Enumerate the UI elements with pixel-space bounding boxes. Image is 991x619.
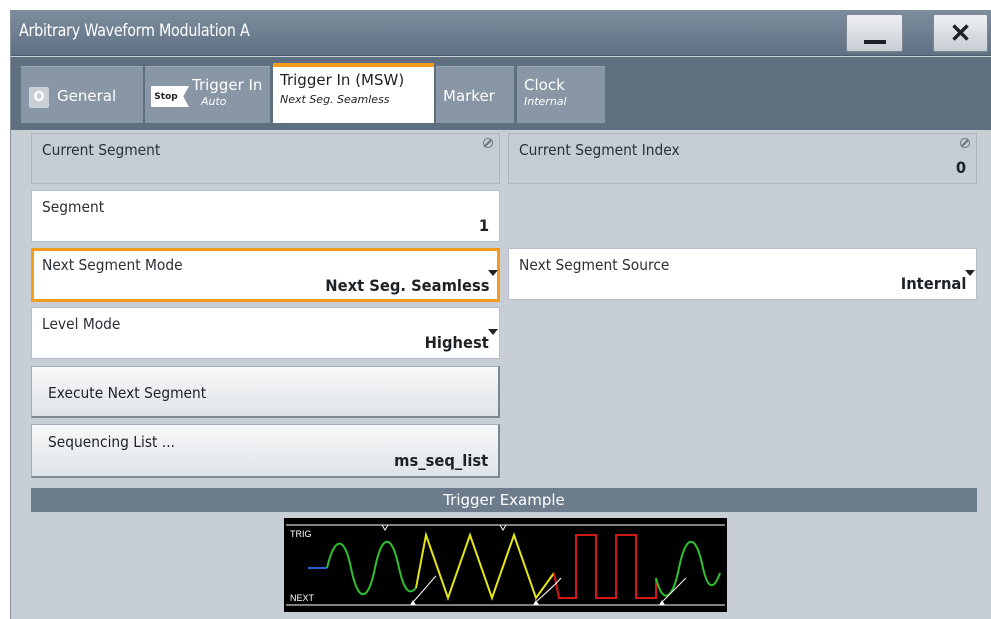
- trigger-marker-icon: [499, 524, 507, 531]
- tab-general[interactable]: O General: [21, 66, 143, 123]
- next-marker-icon: [659, 600, 665, 605]
- field-value: Highest: [424, 333, 489, 352]
- square-wave-segment: [553, 534, 657, 599]
- stop-state-icon: Stop: [151, 86, 189, 107]
- trig-label: TRIG: [290, 529, 312, 539]
- tab-trigger-in-msw[interactable]: Trigger In (MSW) Next Seg. Seamless: [273, 63, 434, 123]
- button-label: Execute Next Segment: [48, 384, 207, 402]
- window-title: Arbitrary Waveform Modulation A: [19, 21, 250, 41]
- tab-sublabel: Next Seg. Seamless: [280, 93, 390, 106]
- trigger-example-diagram: TRIG NEXT: [284, 518, 727, 612]
- trigger-marker-icon: [381, 524, 389, 531]
- next-segment-source-dropdown[interactable]: Next Segment Source Internal: [508, 248, 977, 300]
- minimize-icon: [863, 40, 886, 44]
- field-label: Next Segment Source: [519, 256, 670, 274]
- transition-arrow-icon: [662, 577, 687, 602]
- tab-strip: O General Stop Trigger In Auto Trigger I…: [11, 57, 991, 130]
- trigger-example-header: Trigger Example: [31, 488, 977, 512]
- minimize-button[interactable]: [846, 14, 903, 52]
- dropdown-arrow-icon: [965, 270, 975, 276]
- field-value: Internal: [900, 274, 966, 293]
- general-state-icon: O: [29, 87, 49, 108]
- field-label: Segment: [42, 198, 105, 216]
- dropdown-arrow-icon: [488, 270, 498, 276]
- level-mode-dropdown[interactable]: Level Mode Highest: [31, 307, 500, 359]
- sequencing-list-button[interactable]: Sequencing List ... ms_seq_list: [31, 424, 500, 478]
- sine-wave-segment: [326, 540, 417, 596]
- triangle-wave-segment: [415, 531, 555, 602]
- tab-label: Trigger In (MSW): [280, 71, 405, 89]
- tab-label: Clock: [524, 76, 565, 94]
- button-label: Sequencing List ...: [48, 433, 175, 451]
- tab-sublabel: Internal: [524, 95, 567, 108]
- trigger-example-graphic: TRIG NEXT: [286, 524, 725, 606]
- field-label: Level Mode: [42, 315, 121, 333]
- dialog-window: Arbitrary Waveform Modulation A ✕ O Gene…: [10, 10, 991, 619]
- sine-wave-segment: [655, 540, 721, 597]
- close-button[interactable]: ✕: [933, 14, 988, 52]
- close-icon: ✕: [949, 17, 972, 48]
- tab-label: Marker: [443, 87, 495, 105]
- field-value: 0: [955, 158, 966, 177]
- tab-clock[interactable]: Clock Internal: [517, 66, 605, 123]
- tab-label: Trigger In: [192, 76, 263, 94]
- next-segment-mode-dropdown[interactable]: Next Segment Mode Next Seg. Seamless: [31, 248, 500, 302]
- read-only-icon: [960, 138, 970, 148]
- next-label: NEXT: [290, 593, 315, 603]
- field-label: Current Segment: [42, 141, 161, 159]
- dropdown-arrow-icon: [488, 329, 498, 335]
- next-marker-icon: [533, 600, 539, 605]
- field-label: Current Segment Index: [519, 141, 680, 159]
- field-label: Next Segment Mode: [42, 256, 183, 274]
- segment-field[interactable]: Segment 1: [31, 190, 500, 242]
- button-value: ms_seq_list: [394, 451, 488, 470]
- next-marker-icon: [410, 600, 416, 605]
- tab-marker[interactable]: Marker: [436, 66, 514, 123]
- tab-label: General: [57, 87, 117, 105]
- current-segment-field: Current Segment: [31, 133, 500, 184]
- title-bar[interactable]: Arbitrary Waveform Modulation A ✕: [11, 10, 991, 56]
- tab-trigger-in[interactable]: Stop Trigger In Auto: [145, 66, 270, 123]
- tab-sublabel: Auto: [201, 95, 227, 108]
- execute-next-segment-button[interactable]: Execute Next Segment: [31, 366, 500, 418]
- field-value: 1: [478, 216, 489, 235]
- read-only-icon: [483, 138, 493, 148]
- current-segment-index-field: Current Segment Index 0: [508, 133, 977, 184]
- field-value: Next Seg. Seamless: [324, 276, 489, 295]
